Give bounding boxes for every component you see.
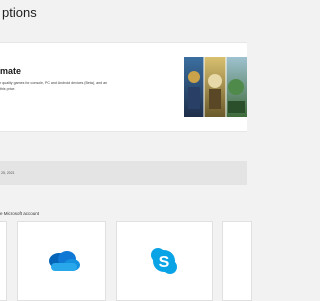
subscription-description-line1: r quality games for console, PC and Andr… [0, 81, 108, 85]
svg-text:S: S [159, 254, 170, 271]
subscription-name: mate [0, 66, 22, 76]
billing-date: 25, 2021 [1, 171, 15, 175]
game-collage-image [184, 57, 247, 117]
benefit-tile-skype[interactable]: S [116, 221, 213, 301]
benefit-tile-partial-left[interactable] [0, 221, 7, 301]
billing-bar: 25, 2021 [0, 161, 247, 185]
subscription-description: r quality games for console, PC and Andr… [0, 81, 152, 92]
subscription-card[interactable]: mate r quality games for console, PC and… [0, 42, 247, 132]
onedrive-icon [49, 251, 80, 271]
benefit-tile-partial-right[interactable] [222, 221, 252, 301]
skype-icon: S [151, 248, 177, 274]
benefit-tile-onedrive[interactable] [17, 221, 106, 301]
page-title: ptions [2, 5, 37, 20]
subscription-description-line2: this price. [0, 86, 16, 91]
benefits-section-title: e Microsoft account [0, 211, 40, 216]
subscription-hero-image [184, 57, 247, 117]
